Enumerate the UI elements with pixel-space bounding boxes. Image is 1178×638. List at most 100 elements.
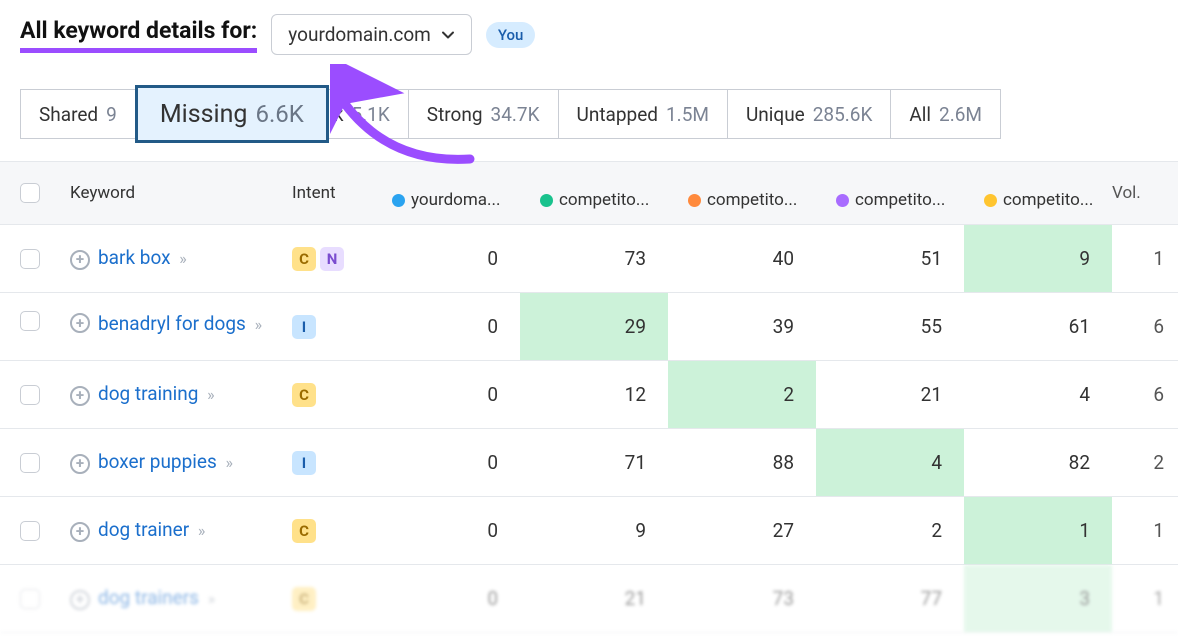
expand-keyword-button[interactable]: +	[70, 250, 90, 270]
tab-strong-label: Strong	[427, 103, 483, 126]
expand-keyword-button[interactable]: +	[70, 386, 90, 406]
select-all-checkbox[interactable]	[20, 183, 40, 203]
volume-cell: 1	[1112, 225, 1172, 292]
tab-all-count: 2.6M	[939, 103, 982, 126]
tab-strong-count: 34.7K	[491, 103, 540, 126]
chevron-right-icon: »	[207, 385, 215, 404]
row-checkbox[interactable]	[20, 589, 40, 609]
dot-blue-icon	[392, 194, 405, 207]
col-header-volume[interactable]: Vol.	[1112, 183, 1172, 203]
volume-cell: 6	[1112, 293, 1172, 360]
rank-cell: 21	[816, 361, 964, 428]
intent-cell: C	[292, 361, 372, 428]
keyword-link[interactable]: boxer puppies »	[98, 449, 233, 476]
row-checkbox[interactable]	[20, 453, 40, 473]
rank-cell: 55	[816, 293, 964, 360]
dot-orange-icon	[688, 194, 701, 207]
rank-cell: 0	[372, 361, 520, 428]
tab-untapped[interactable]: Untapped 1.5M	[558, 89, 728, 139]
tab-unique-label: Unique	[746, 103, 805, 126]
volume-cell: 2	[1112, 429, 1172, 496]
tab-shared[interactable]: Shared 9	[20, 89, 136, 139]
page-header: All keyword details for: yourdomain.com …	[0, 0, 1178, 55]
tab-shared-label: Shared	[39, 103, 98, 126]
rank-cell: 0	[372, 565, 520, 632]
expand-keyword-button[interactable]: +	[70, 522, 90, 542]
rank-cell: 12	[520, 361, 668, 428]
rank-cell: 0	[372, 293, 520, 360]
intent-badge-i: I	[292, 451, 316, 475]
table-row: + dog training » C 01222146	[0, 361, 1178, 429]
rank-cell: 73	[520, 225, 668, 292]
volume-cell: 1	[1112, 565, 1172, 632]
rank-cell: 82	[964, 429, 1112, 496]
row-checkbox[interactable]	[20, 311, 40, 331]
row-checkbox[interactable]	[20, 249, 40, 269]
tab-strong[interactable]: Strong 34.7K	[408, 89, 559, 139]
table-row: +dog trainers »C021737731	[0, 565, 1178, 633]
rank-cell: 4	[964, 361, 1112, 428]
col-header-competitor-1[interactable]: competito...	[520, 176, 668, 210]
keyword-link[interactable]: dog trainer »	[98, 517, 205, 544]
rank-cell: 88	[668, 429, 816, 496]
table-row: +dog trainer »C0927211	[0, 497, 1178, 565]
keyword-link[interactable]: bark box »	[98, 245, 187, 272]
tab-missing-label: Missing	[160, 100, 248, 129]
col-header-intent[interactable]: Intent	[292, 183, 372, 203]
row-checkbox[interactable]	[20, 521, 40, 541]
rank-cell: 39	[668, 293, 816, 360]
rank-cell: 0	[372, 497, 520, 564]
col-header-keyword[interactable]: Keyword	[70, 183, 292, 203]
tab-shared-count: 9	[106, 103, 117, 126]
keyword-link[interactable]: benadryl for dogs »	[98, 311, 262, 338]
chevron-right-icon: »	[225, 453, 233, 472]
rank-cell: 0	[372, 225, 520, 292]
keyword-table: Keyword Intent yourdoma... competito... …	[0, 161, 1178, 633]
rank-cell: 0	[372, 429, 520, 496]
rank-cell: 51	[816, 225, 964, 292]
intent-badge-i: I	[292, 315, 316, 339]
dot-purple-icon	[836, 194, 849, 207]
rank-cell: 3	[964, 565, 1112, 632]
dot-green-icon	[540, 194, 553, 207]
filter-tabs: Shared 9 Missing 6.6K k 5.1K Strong 34.7…	[20, 89, 1158, 139]
col-header-competitor-2[interactable]: competito...	[668, 176, 816, 210]
keyword-link[interactable]: dog training »	[98, 381, 215, 408]
rank-cell: 73	[668, 565, 816, 632]
rank-cell: 2	[668, 361, 816, 428]
rank-cell: 29	[520, 293, 668, 360]
intent-cell: C	[292, 497, 372, 564]
intent-badge-c: C	[292, 383, 316, 407]
tab-missing[interactable]: Missing 6.6K	[135, 85, 329, 143]
tab-unique-count: 285.6K	[813, 103, 873, 126]
page-title: All keyword details for:	[20, 17, 257, 53]
expand-keyword-button[interactable]: +	[70, 454, 90, 474]
row-checkbox[interactable]	[20, 385, 40, 405]
rank-cell: 21	[520, 565, 668, 632]
rank-cell: 9	[520, 497, 668, 564]
domain-select[interactable]: yourdomain.com	[271, 14, 472, 55]
intent-badge-c: C	[292, 519, 316, 543]
expand-keyword-button[interactable]: +	[70, 590, 90, 610]
intent-badge-c: C	[292, 247, 316, 271]
col-header-yourdomain[interactable]: yourdoma...	[372, 176, 520, 210]
tab-weak[interactable]: k 5.1K	[328, 89, 409, 139]
intent-cell: I	[292, 293, 372, 360]
tab-all[interactable]: All 2.6M	[890, 89, 1001, 139]
table-header: Keyword Intent yourdoma... competito... …	[0, 162, 1178, 225]
col-header-competitor-4[interactable]: competito...	[964, 176, 1112, 210]
intent-badge-n: N	[320, 247, 344, 271]
rank-cell: 61	[964, 293, 1112, 360]
tab-unique[interactable]: Unique 285.6K	[727, 89, 891, 139]
tab-all-label: All	[909, 103, 931, 126]
domain-select-label: yourdomain.com	[288, 23, 431, 46]
rank-cell: 27	[668, 497, 816, 564]
table-row: +boxer puppies »I071884822	[0, 429, 1178, 497]
tab-untapped-label: Untapped	[577, 103, 659, 126]
volume-cell: 6	[1112, 361, 1172, 428]
keyword-link[interactable]: dog trainers »	[98, 585, 215, 612]
expand-keyword-button[interactable]: +	[70, 313, 90, 333]
table-body: +bark box »CN073405191+benadryl for dogs…	[0, 225, 1178, 633]
col-header-competitor-3[interactable]: competito...	[816, 176, 964, 210]
dot-yellow-icon	[984, 194, 997, 207]
